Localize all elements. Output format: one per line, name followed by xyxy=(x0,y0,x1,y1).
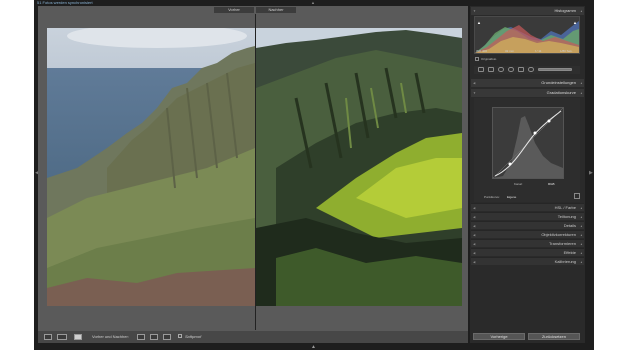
tone-curve-title: Gradationskurve xyxy=(546,90,576,95)
bottom-panel-toggle-icon[interactable]: ▲ xyxy=(311,344,316,350)
panel-menu-icon: ◂ xyxy=(580,81,582,85)
graduated-filter-icon[interactable] xyxy=(518,67,524,72)
highlight-clip-icon: ▲ xyxy=(573,20,577,25)
before-after-divider[interactable] xyxy=(255,14,256,330)
loupe-view-icon[interactable] xyxy=(57,334,67,340)
crop-icon[interactable] xyxy=(488,67,494,72)
tone-curve-graph[interactable] xyxy=(492,107,564,179)
section-effects[interactable]: ◀ Effekte ◂ xyxy=(471,248,584,256)
curve-point xyxy=(547,119,551,123)
histo-aperture: f / 11 xyxy=(535,49,542,53)
right-panel-toggle-icon[interactable]: ▶ xyxy=(589,170,593,176)
previous-button[interactable]: Vorherige xyxy=(473,333,525,340)
tool-strip xyxy=(474,66,580,74)
brush-slider[interactable] xyxy=(538,68,572,71)
original-photo-label: Originalfoto xyxy=(481,57,497,61)
collapse-icon: ▼ xyxy=(473,91,476,95)
curve-point xyxy=(533,131,537,135)
point-curve-label: Punktkurve: xyxy=(484,195,500,199)
basic-header[interactable]: ◀ Grundeinstellungen ◂ xyxy=(471,79,584,87)
histo-focal: 32 mm xyxy=(505,49,515,53)
before-label: Vorher xyxy=(214,7,254,13)
before-after-icon[interactable] xyxy=(74,334,82,340)
curve-point xyxy=(508,162,512,166)
swap-icon[interactable] xyxy=(137,334,145,340)
softproof-checkbox[interactable] xyxy=(178,334,182,338)
after-label: Nachher xyxy=(256,7,296,13)
collapse-icon: ▼ xyxy=(473,9,476,13)
radial-filter-icon[interactable] xyxy=(528,67,534,72)
sync-status: 51 Fotos werden synchronisiert xyxy=(37,0,93,5)
copy-settings-icon[interactable] xyxy=(163,334,171,340)
after-photo xyxy=(256,28,462,306)
basic-title: Grundeinstellungen xyxy=(541,80,576,85)
grid-overlay-icon[interactable] xyxy=(478,67,484,72)
tone-curve-header[interactable]: ▼ Gradationskurve ◂ xyxy=(471,89,584,97)
histo-iso: ISO 400 xyxy=(476,49,488,53)
channel-value[interactable]: RGB xyxy=(548,182,555,186)
section-transform[interactable]: ◀ Transformieren ◂ xyxy=(471,239,584,247)
shadow-clip-icon: ▲ xyxy=(477,20,481,25)
channel-label: Kanal: xyxy=(514,182,523,186)
before-after-label: Vorher und Nachher: xyxy=(92,334,129,339)
section-split-toning[interactable]: ◀ Teiltonung ◂ xyxy=(471,212,584,220)
section-calibration[interactable]: ◀ Kalibrierung ◂ xyxy=(471,257,584,265)
panel-menu-icon: ◂ xyxy=(580,9,582,13)
expand-icon: ◀ xyxy=(473,81,476,85)
histogram-graph: ▲ ▲ xyxy=(475,20,579,53)
red-eye-icon[interactable] xyxy=(508,67,514,72)
grid-view-icon[interactable] xyxy=(44,334,52,340)
spot-removal-icon[interactable] xyxy=(498,67,504,72)
softproof-label: Softproof xyxy=(185,334,202,339)
section-lens-corrections[interactable]: ◀ Objektivkorrekturen ◂ xyxy=(471,230,584,238)
reset-button[interactable]: Zurücksetzen xyxy=(528,333,580,340)
point-curve-select[interactable]: Eigene xyxy=(507,195,516,199)
edit-point-curve-icon[interactable] xyxy=(574,193,580,199)
histo-shutter: 1/80 Sek. xyxy=(560,49,573,53)
panel-menu-icon: ◂ xyxy=(580,91,582,95)
before-photo xyxy=(47,28,255,306)
histogram-header[interactable]: ▼ Histogramm ◂ xyxy=(471,7,584,15)
copy-icon[interactable] xyxy=(150,334,158,340)
histogram-title: Histogramm xyxy=(554,8,576,13)
original-photo-checkbox[interactable] xyxy=(475,57,479,61)
section-hsl[interactable]: ◀ HSL / Farbe ◂ xyxy=(471,203,584,211)
section-details[interactable]: ◀ Details ◂ xyxy=(471,221,584,229)
top-panel-toggle-icon[interactable]: ▲ xyxy=(311,0,315,5)
